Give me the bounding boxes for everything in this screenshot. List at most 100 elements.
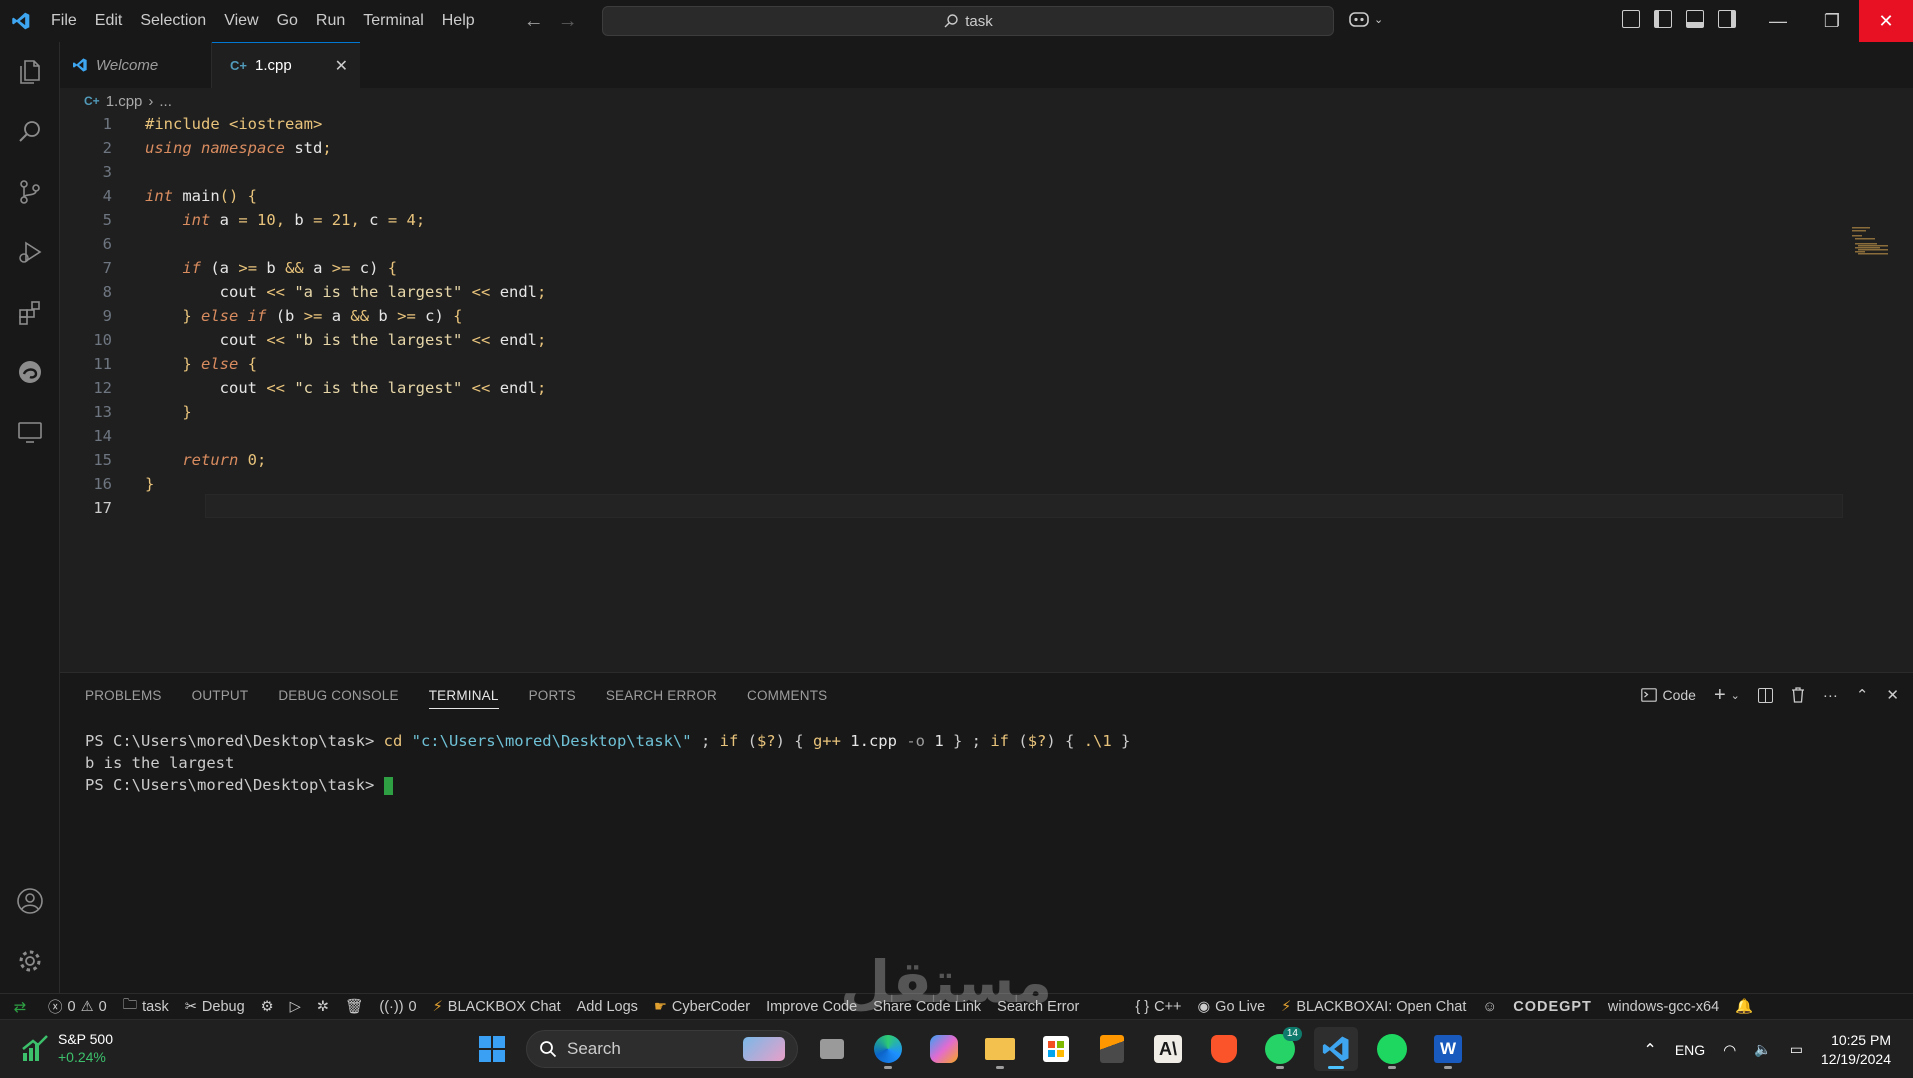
- new-terminal-button[interactable]: + ⌄: [1705, 684, 1749, 707]
- windows-taskbar: S&P 500 +0.24% Search A\ 14 W ⌃ ENG ◠ 🔈 …: [0, 1019, 1913, 1078]
- search-error[interactable]: Search Error: [989, 999, 1087, 1015]
- terminal-output[interactable]: PS C:\Users\mored\Desktop\task> cd "c:\U…: [85, 730, 1130, 796]
- brave-app[interactable]: [1202, 1027, 1246, 1071]
- remote-indicator[interactable]: ⇄: [0, 994, 40, 1020]
- cmake-settings[interactable]: ⚙: [253, 999, 282, 1015]
- battery-icon[interactable]: ▭: [1790, 1041, 1803, 1058]
- whatsapp-app[interactable]: 14: [1258, 1027, 1302, 1071]
- tab-comments[interactable]: COMMENTS: [732, 673, 842, 717]
- copilot-status[interactable]: ☺: [1474, 999, 1505, 1015]
- run-and-debug-icon[interactable]: [14, 236, 46, 268]
- explorer-icon[interactable]: [14, 56, 46, 88]
- task-status[interactable]: 🗀 task: [115, 994, 177, 1019]
- minimize-button[interactable]: —: [1751, 0, 1805, 42]
- improve-code[interactable]: Improve Code: [758, 999, 865, 1015]
- tab-ports[interactable]: PORTS: [514, 673, 591, 717]
- more-actions-button[interactable]: ···: [1814, 687, 1847, 704]
- tab-output[interactable]: OUTPUT: [177, 673, 264, 717]
- blackbox-chat-label: BLACKBOX Chat: [447, 998, 561, 1015]
- clock[interactable]: 10:25 PM 12/19/2024: [1821, 1031, 1891, 1069]
- go-live[interactable]: ◉ Go Live: [1190, 999, 1274, 1015]
- sublime-app[interactable]: [1090, 1027, 1134, 1071]
- taskbar-search[interactable]: Search: [526, 1030, 798, 1068]
- tab-welcome[interactable]: Welcome: [60, 42, 212, 88]
- close-panel-button[interactable]: ✕: [1877, 686, 1913, 704]
- microsoft-store-app[interactable]: [1034, 1027, 1078, 1071]
- accounts-icon[interactable]: [14, 885, 46, 917]
- tab-1-cpp[interactable]: C+ 1.cpp ✕: [212, 42, 360, 88]
- menu-view[interactable]: View: [215, 0, 267, 42]
- anthropic-icon: A\: [1154, 1035, 1182, 1063]
- tab-terminal[interactable]: TERMINAL: [428, 683, 499, 709]
- maximize-panel-button[interactable]: ⌃: [1847, 686, 1878, 704]
- menu-file[interactable]: File: [42, 0, 86, 42]
- forward-arrow-icon[interactable]: →: [558, 10, 578, 33]
- spotify-app[interactable]: [1370, 1027, 1414, 1071]
- remote-explorer-icon[interactable]: [14, 416, 46, 448]
- menu-terminal[interactable]: Terminal: [354, 0, 432, 42]
- search-error-label: Search Error: [997, 998, 1080, 1015]
- menu-go[interactable]: Go: [268, 0, 307, 42]
- problems-status[interactable]: ⓧ 0 ⚠ 0: [40, 996, 115, 1017]
- toggle-panel-icon[interactable]: [1686, 10, 1704, 28]
- customize-layout-icon[interactable]: [1622, 10, 1640, 28]
- edge-app[interactable]: [866, 1027, 910, 1071]
- language-mode[interactable]: { } C++: [1127, 999, 1189, 1015]
- blackbox-chat[interactable]: ⚡ BLACKBOX Chat: [425, 999, 569, 1015]
- source-control-icon[interactable]: [14, 176, 46, 208]
- compiler-config[interactable]: windows-gcc-x64: [1600, 999, 1727, 1015]
- breadcrumb-file[interactable]: 1.cpp: [106, 93, 143, 110]
- code-editor[interactable]: 1 #include <iostream> 2 using namespace st…: [60, 112, 1913, 672]
- codegpt[interactable]: CODEGPT: [1505, 999, 1600, 1015]
- menu-edit[interactable]: Edit: [86, 0, 132, 42]
- terminal-profile-button[interactable]: Code: [1632, 687, 1704, 703]
- wifi-icon[interactable]: ◠: [1723, 1041, 1736, 1059]
- ports-status[interactable]: ((·)) 0: [371, 999, 424, 1015]
- notifications[interactable]: 🔔: [1727, 998, 1761, 1015]
- breadcrumb-symbols[interactable]: ...: [159, 93, 172, 110]
- kill-terminal-button[interactable]: [1782, 687, 1814, 703]
- start-button[interactable]: [470, 1027, 514, 1071]
- search-icon: [944, 14, 958, 28]
- split-terminal-button[interactable]: [1749, 687, 1782, 703]
- restore-button[interactable]: ❐: [1805, 0, 1859, 42]
- menu-selection[interactable]: Selection: [131, 0, 215, 42]
- command-center-search[interactable]: task: [602, 6, 1334, 36]
- share-code-link[interactable]: Share Code Link: [865, 999, 989, 1015]
- toggle-secondary-sidebar-icon[interactable]: [1718, 10, 1736, 28]
- tab-search-error[interactable]: SEARCH ERROR: [591, 673, 732, 717]
- volume-icon[interactable]: 🔈: [1754, 1041, 1771, 1058]
- copilot-button[interactable]: ⌄: [1348, 10, 1383, 28]
- blackboxai-open-chat[interactable]: ⚡ BLACKBOXAI: Open Chat: [1273, 999, 1474, 1015]
- menu-help[interactable]: Help: [433, 0, 484, 42]
- menu-run[interactable]: Run: [307, 0, 354, 42]
- settings-gear-icon[interactable]: [14, 945, 46, 977]
- tab-debug-console[interactable]: DEBUG CONSOLE: [263, 673, 413, 717]
- clean-status[interactable]: 🗑: [337, 998, 371, 1015]
- run-status[interactable]: ▷: [282, 999, 309, 1015]
- minimap[interactable]: [1852, 227, 1902, 257]
- close-tab-icon[interactable]: ✕: [335, 56, 348, 76]
- add-logs[interactable]: Add Logs: [569, 999, 646, 1015]
- file-explorer-app[interactable]: [978, 1027, 1022, 1071]
- debug-status[interactable]: ✂ Debug: [177, 999, 253, 1015]
- anthropic-app[interactable]: A\: [1146, 1027, 1190, 1071]
- edge-devtools-icon[interactable]: [14, 356, 46, 388]
- vscode-app[interactable]: [1314, 1027, 1358, 1071]
- share-code-link-label: Share Code Link: [873, 998, 982, 1015]
- tab-problems[interactable]: PROBLEMS: [70, 673, 177, 717]
- stock-widget[interactable]: S&P 500 +0.24%: [20, 1030, 113, 1066]
- chevron-up-icon[interactable]: ⌃: [1643, 1040, 1656, 1060]
- copilot-app[interactable]: [922, 1027, 966, 1071]
- terminal-icon: [1641, 688, 1658, 702]
- close-window-button[interactable]: ✕: [1859, 0, 1913, 42]
- cybercoder[interactable]: ☛ CyberCoder: [646, 999, 758, 1015]
- debug-run-status[interactable]: ✲: [309, 999, 337, 1015]
- task-view-button[interactable]: [810, 1027, 854, 1071]
- extensions-icon[interactable]: [14, 296, 46, 328]
- input-language[interactable]: ENG: [1675, 1042, 1705, 1058]
- search-icon[interactable]: [14, 116, 46, 148]
- word-app[interactable]: W: [1426, 1027, 1470, 1071]
- back-arrow-icon[interactable]: ←: [524, 10, 544, 33]
- toggle-primary-sidebar-icon[interactable]: [1654, 10, 1672, 28]
